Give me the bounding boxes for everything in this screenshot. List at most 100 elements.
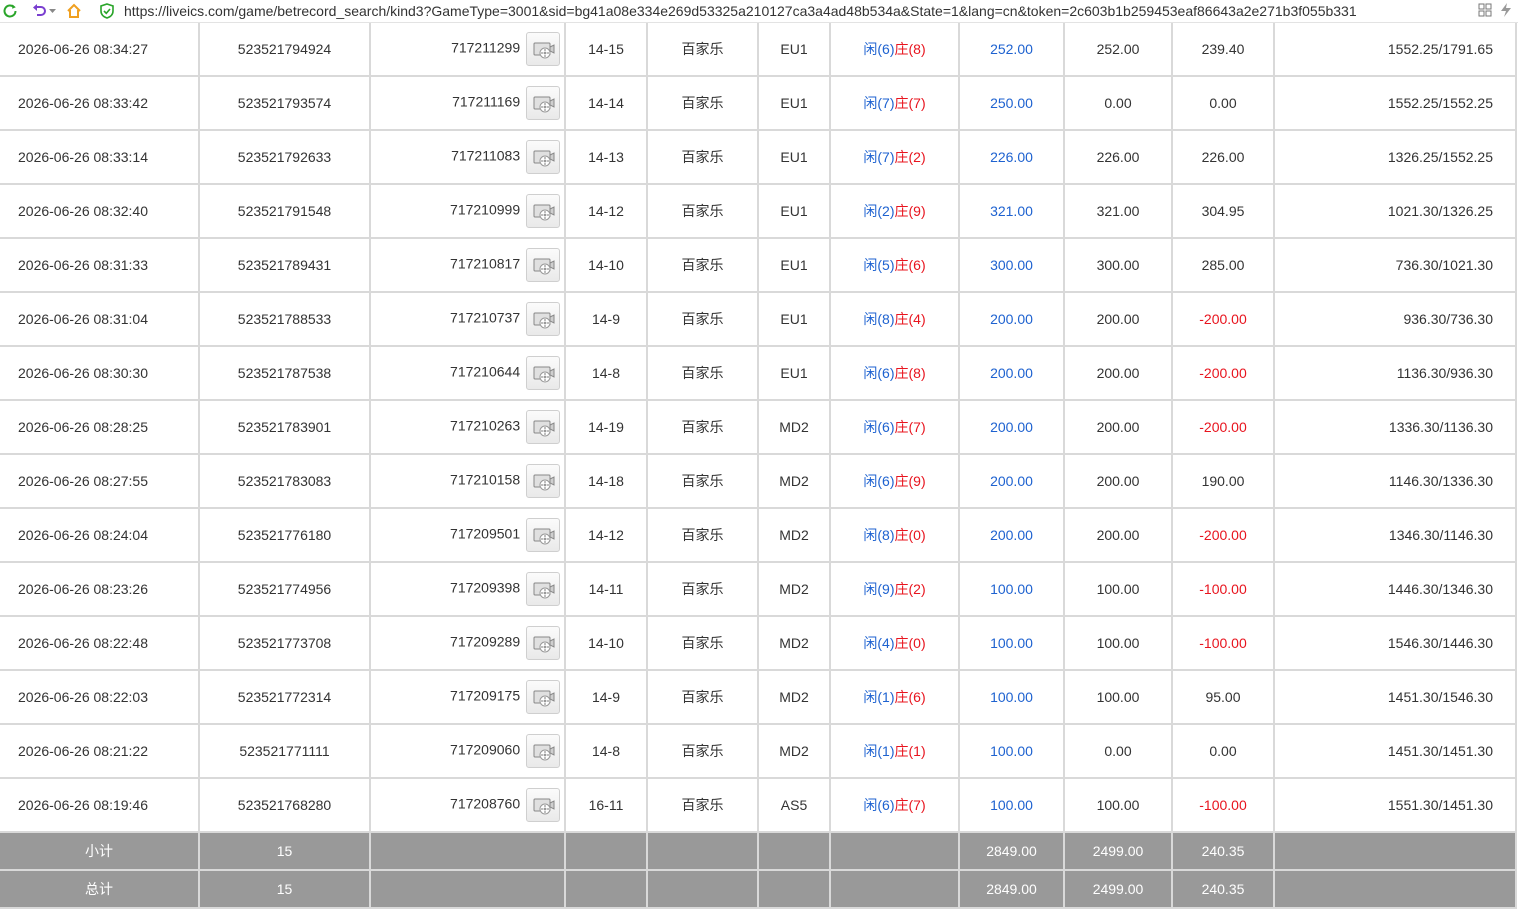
table-code: EU1: [758, 23, 831, 77]
shield-icon: [98, 0, 116, 22]
shoe-round: 14-15: [565, 23, 648, 77]
replay-video-button[interactable]: [526, 788, 560, 822]
bet-time: 2026-06-26 08:31:04: [0, 292, 200, 347]
film-camera-icon: [533, 636, 555, 653]
bet-amount: 200.00: [959, 508, 1065, 563]
round-cell: 717208760: [370, 778, 566, 833]
chevron-down-icon[interactable]: [48, 0, 56, 22]
round-id: 717210817: [450, 255, 521, 272]
result-cell: 闲(7)庄(2): [830, 130, 960, 185]
banker-result: 庄(7): [894, 419, 926, 435]
balance: 1136.30/936.30: [1274, 346, 1517, 401]
round-cell: 717209175: [370, 670, 566, 725]
bet-amount: 300.00: [959, 238, 1065, 293]
balance: 1346.30/1146.30: [1274, 508, 1517, 563]
player-result: 闲(1): [863, 743, 895, 759]
replay-video-button[interactable]: [526, 86, 560, 120]
round-cell: 717211083: [370, 130, 566, 185]
replay-video-button[interactable]: [526, 194, 560, 228]
bet-id: 523521772314: [199, 670, 371, 725]
replay-video-button[interactable]: [526, 734, 560, 768]
film-camera-icon: [533, 474, 555, 491]
home-icon[interactable]: [64, 0, 84, 22]
replay-video-button[interactable]: [526, 464, 560, 498]
bet-id: 523521773708: [199, 616, 371, 671]
bet-id: 523521783901: [199, 400, 371, 455]
game-type: 百家乐: [647, 23, 759, 77]
replay-video-button[interactable]: [526, 410, 560, 444]
player-result: 闲(9): [863, 581, 895, 597]
bet-time: 2026-06-26 08:32:40: [0, 184, 200, 239]
table-code: EU1: [758, 292, 831, 347]
summary-row: 小计 15 2849.00 2499.00 240.35: [0, 832, 1517, 871]
game-type: 百家乐: [647, 238, 759, 293]
result-cell: 闲(6)庄(7): [830, 400, 960, 455]
bet-record-table: 2026-06-26 08:34:27 523521794924 7172112…: [0, 23, 1517, 909]
player-result: 闲(7): [863, 95, 895, 111]
table-row: 2026-06-26 08:22:48 523521773708 7172092…: [0, 616, 1517, 671]
replay-video-button[interactable]: [526, 140, 560, 174]
result-cell: 闲(4)庄(0): [830, 616, 960, 671]
table-code: MD2: [758, 670, 831, 725]
replay-video-button[interactable]: [526, 680, 560, 714]
round-cell: 717209398: [370, 562, 566, 617]
replay-video-button[interactable]: [526, 248, 560, 282]
valid-bet: 300.00: [1064, 238, 1173, 293]
win-loss: -200.00: [1172, 400, 1275, 455]
bet-amount: 200.00: [959, 292, 1065, 347]
replay-video-button[interactable]: [526, 356, 560, 390]
valid-bet: 100.00: [1064, 616, 1173, 671]
table-row: 2026-06-26 08:33:14 523521792633 7172110…: [0, 130, 1517, 185]
shoe-round: 14-12: [565, 184, 648, 239]
replay-video-button[interactable]: [526, 572, 560, 606]
round-cell: 717211299: [370, 23, 566, 77]
summary-label: 小计: [0, 832, 200, 871]
film-camera-icon: [533, 420, 555, 437]
result-cell: 闲(6)庄(8): [830, 23, 960, 77]
replay-video-button[interactable]: [526, 518, 560, 552]
back-icon[interactable]: [30, 0, 48, 22]
shoe-round: 14-19: [565, 400, 648, 455]
shoe-round: 14-11: [565, 562, 648, 617]
refresh-icon[interactable]: [0, 0, 20, 22]
win-loss: 0.00: [1172, 76, 1275, 131]
replay-video-button[interactable]: [526, 626, 560, 660]
player-result: 闲(4): [863, 635, 895, 651]
banker-result: 庄(4): [894, 311, 926, 327]
summary-empty: [565, 870, 648, 909]
bet-time: 2026-06-26 08:33:42: [0, 76, 200, 131]
banker-result: 庄(0): [894, 635, 926, 651]
bet-id: 523521768280: [199, 778, 371, 833]
valid-bet: 200.00: [1064, 346, 1173, 401]
grid-icon[interactable]: [1478, 3, 1492, 20]
summary-empty: [758, 832, 831, 871]
player-result: 闲(6): [863, 41, 895, 57]
film-camera-icon: [533, 150, 555, 167]
replay-video-button[interactable]: [526, 302, 560, 336]
round-cell: 717209289: [370, 616, 566, 671]
shoe-round: 14-8: [565, 346, 648, 401]
film-camera-icon: [533, 528, 555, 545]
win-loss: 239.40: [1172, 23, 1275, 77]
table-code: EU1: [758, 346, 831, 401]
result-cell: 闲(1)庄(1): [830, 724, 960, 779]
address-bar[interactable]: https://liveics.com/game/betrecord_searc…: [124, 3, 1357, 19]
summary-bet-total: 2849.00: [959, 832, 1065, 871]
lightning-icon[interactable]: [1500, 3, 1512, 20]
summary-empty: [565, 832, 648, 871]
film-camera-icon: [533, 690, 555, 707]
balance: 1446.30/1346.30: [1274, 562, 1517, 617]
round-id: 717209289: [450, 633, 521, 650]
replay-video-button[interactable]: [526, 32, 560, 66]
table-code: MD2: [758, 400, 831, 455]
table-code: AS5: [758, 778, 831, 833]
bet-record-rows: 2026-06-26 08:34:27 523521794924 7172112…: [0, 23, 1517, 833]
game-type: 百家乐: [647, 346, 759, 401]
round-cell: 717210817: [370, 238, 566, 293]
table-code: MD2: [758, 724, 831, 779]
film-camera-icon: [533, 312, 555, 329]
bet-id: 523521788533: [199, 292, 371, 347]
shoe-round: 14-9: [565, 670, 648, 725]
round-cell: 717209060: [370, 724, 566, 779]
table-row: 2026-06-26 08:19:46 523521768280 7172087…: [0, 778, 1517, 833]
